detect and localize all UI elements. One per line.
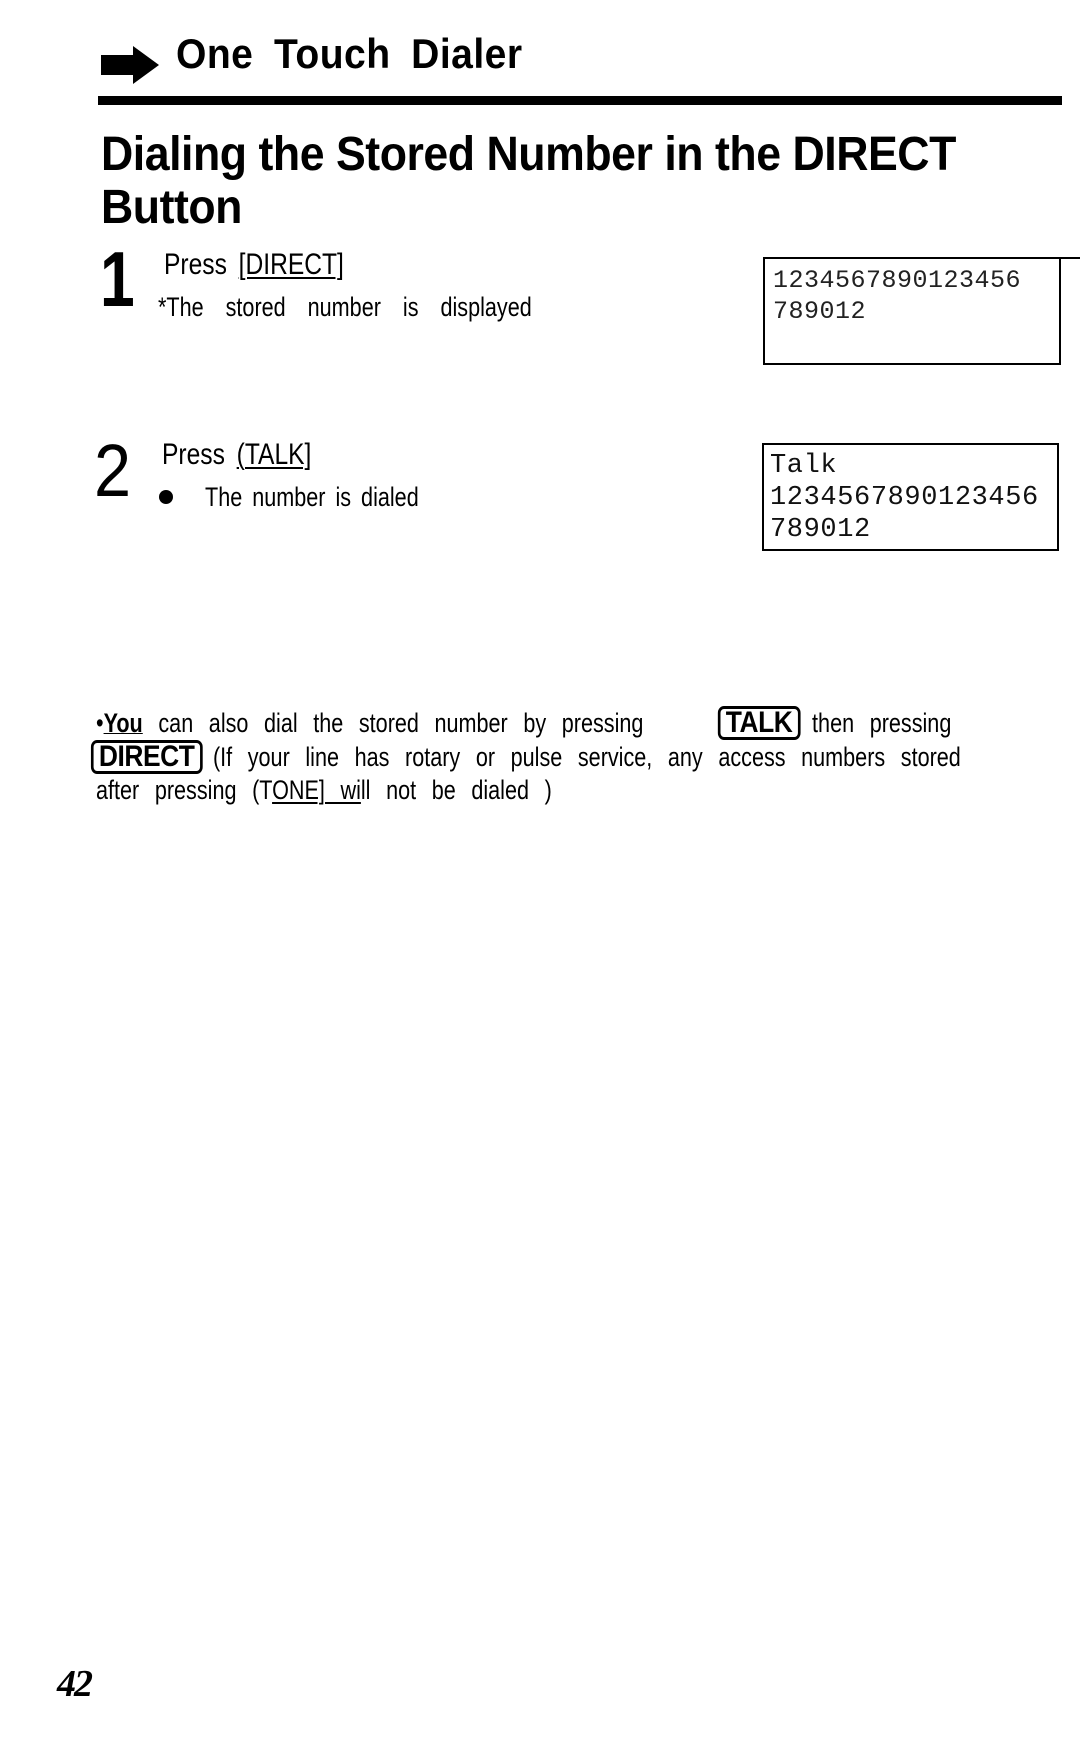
- step-note: *The stored number is displayed: [158, 292, 532, 322]
- lcd-display: Talk 1234567890123456 789012: [762, 443, 1059, 551]
- talk-key-icon: TALK: [717, 706, 801, 740]
- step-note: The number is dialed: [205, 482, 419, 512]
- step-number: 1: [100, 235, 135, 323]
- section-title: One Touch Dialer: [176, 30, 523, 77]
- lcd-line: 1234567890123456: [770, 483, 1039, 513]
- lcd-line: 1234567890123456: [773, 266, 1022, 295]
- tip-line: •You can also dial the stored number by …: [96, 706, 951, 740]
- header-rule: [98, 96, 1062, 105]
- press-label: Press: [164, 248, 227, 281]
- tip-text: after pressing (T: [96, 775, 273, 805]
- step-instruction: Press [DIRECT]: [164, 248, 344, 282]
- tip-emphasis: You: [103, 708, 143, 738]
- press-label: Press: [162, 438, 225, 471]
- tip-text: can also dial the stored number by press…: [158, 708, 644, 738]
- tip-line: after pressing (TONE] will not be dialed…: [96, 774, 880, 806]
- lcd-line: 789012: [773, 297, 867, 326]
- page-number: 42: [57, 1663, 93, 1705]
- bullet-icon: [159, 490, 173, 504]
- arrow-right-icon: [101, 46, 159, 84]
- tip-line: DIRECT (If your line has rotary or pulse…: [90, 740, 961, 774]
- lcd-line: 789012: [770, 515, 871, 545]
- tip-text: (If your line has rotary or pulse servic…: [212, 742, 961, 772]
- step-number: 2: [94, 429, 132, 512]
- lcd-line: Talk: [770, 451, 838, 481]
- tone-key-label: ONE] wi: [272, 775, 361, 805]
- direct-key-label: [DIRECT]: [238, 248, 344, 281]
- direct-key-icon: DIRECT: [90, 740, 203, 774]
- lcd-border-extension: [1060, 257, 1080, 259]
- talk-key-label: (TALK]: [236, 438, 312, 471]
- step-instruction: Press (TALK]: [162, 438, 311, 472]
- tip-paragraph: •You can also dial the stored number by …: [90, 706, 1076, 806]
- tip-text: then pressing: [812, 708, 952, 738]
- page-heading: Dialing the Stored Number in the DIRECT …: [101, 128, 956, 234]
- tip-text: ll not be dialed ): [360, 775, 552, 805]
- lcd-display: 1234567890123456 789012: [763, 257, 1061, 365]
